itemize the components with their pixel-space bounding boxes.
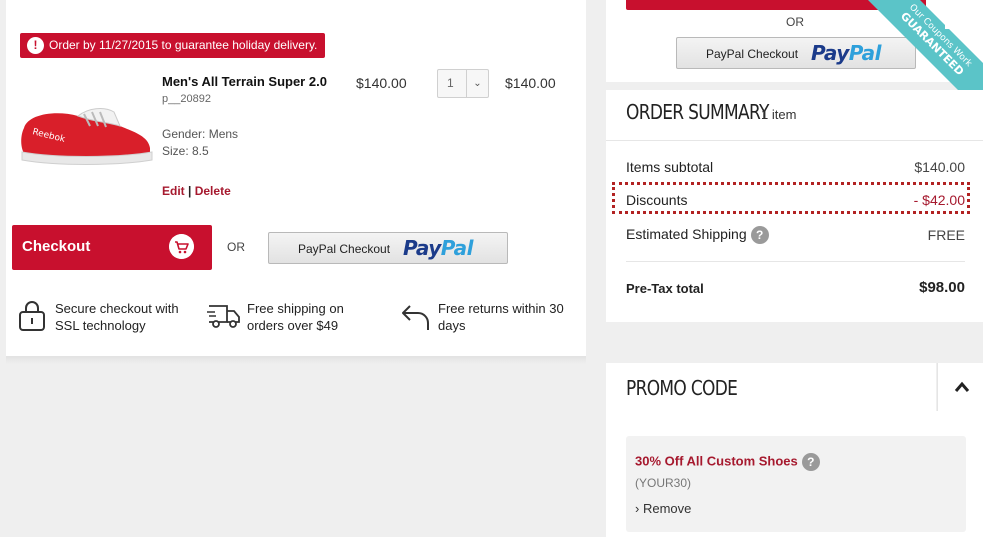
question-mark-icon[interactable]: ?	[801, 453, 820, 471]
paypal-checkout-label: PayPal Checkout	[298, 242, 391, 256]
holiday-delivery-text: Order by 11/27/2015 to guarantee holiday…	[49, 38, 318, 52]
checkout-button[interactable]: Checkout	[12, 225, 212, 270]
chevron-down-icon[interactable]: ⌄	[466, 70, 488, 97]
checkmark-icon	[945, 2, 976, 29]
items-subtotal-label: Items subtotal	[626, 159, 714, 175]
estimated-shipping-row: Estimated Shipping?	[626, 226, 769, 245]
quantity-select[interactable]: 1 ⌄	[437, 69, 489, 98]
holiday-delivery-notice: ! Order by 11/27/2015 to guarantee holid…	[20, 33, 326, 58]
return-arrow-icon	[402, 305, 429, 330]
item-actions: Edit | Delete	[162, 184, 231, 198]
promo-name-text: 30% Off All Custom Shoes	[635, 453, 798, 469]
delete-link[interactable]: Delete	[195, 184, 231, 198]
shopping-cart-icon	[169, 234, 194, 259]
order-summary-item-count: 1 item	[761, 107, 797, 122]
or-separator: OR	[227, 240, 245, 254]
items-subtotal-value: $140.00	[914, 159, 965, 175]
pretax-total-label: Pre-Tax total	[626, 281, 704, 296]
feature-secure-checkout: Secure checkout with SSL technology	[55, 301, 179, 333]
summary-divider	[626, 261, 965, 262]
top-paypal-checkout-label: PayPal Checkout	[706, 47, 799, 61]
discounts-label: Discounts	[626, 192, 688, 208]
question-mark-icon[interactable]: ?	[750, 226, 769, 245]
alert-icon: !	[27, 37, 44, 54]
remove-promo-label: Remove	[642, 501, 692, 516]
estimated-shipping-value: FREE	[927, 227, 965, 243]
edit-link[interactable]: Edit	[162, 184, 185, 198]
estimated-shipping-label: Estimated Shipping	[626, 226, 747, 242]
remove-promo-link[interactable]: › Remove	[635, 501, 691, 516]
item-name[interactable]: Men's All Terrain Super 2.0	[162, 74, 327, 89]
checkout-label: Checkout	[22, 238, 91, 255]
top-or-separator: OR	[786, 15, 804, 29]
item-total-price: $140.00	[505, 75, 556, 91]
product-image[interactable]: Reebok	[16, 100, 154, 168]
chevron-right-icon: ›	[635, 501, 640, 516]
promo-code-value: (YOUR30)	[635, 476, 692, 490]
paypal-checkout-button[interactable]: PayPal Checkout PayPal	[268, 232, 508, 264]
order-summary-panel: ORDER SUMMARY 1 item Items subtotal $140…	[606, 90, 983, 322]
promo-code-title: PROMO CODE	[626, 376, 738, 400]
item-size: Size: 8.5	[162, 144, 209, 158]
paypal-logo: PayPal	[403, 236, 474, 260]
applied-promo-card: 30% Off All Custom Shoes? (YOUR30) › Rem…	[626, 436, 966, 532]
summary-divider	[606, 140, 983, 141]
chevron-up-icon	[954, 381, 970, 392]
action-separator: |	[188, 184, 192, 198]
lock-icon	[19, 301, 45, 331]
discounts-value: - $42.00	[913, 192, 965, 208]
quantity-value: 1	[447, 76, 454, 90]
promo-code-header[interactable]: PROMO CODE	[606, 363, 936, 411]
cart-panel-shadow	[6, 356, 586, 364]
promo-collapse-toggle[interactable]	[937, 363, 983, 411]
truck-icon	[207, 305, 240, 328]
feature-free-returns: Free returns within 30 days	[438, 301, 564, 333]
order-summary-title: ORDER SUMMARY	[626, 100, 769, 124]
feature-free-shipping: Free shipping on orders over $49	[247, 301, 344, 333]
item-gender: Gender: Mens	[162, 127, 239, 141]
pretax-total-value: $98.00	[919, 279, 965, 296]
promo-name: 30% Off All Custom Shoes?	[635, 453, 820, 471]
item-unit-price: $140.00	[356, 75, 407, 91]
item-sku: p__20892	[162, 93, 211, 105]
